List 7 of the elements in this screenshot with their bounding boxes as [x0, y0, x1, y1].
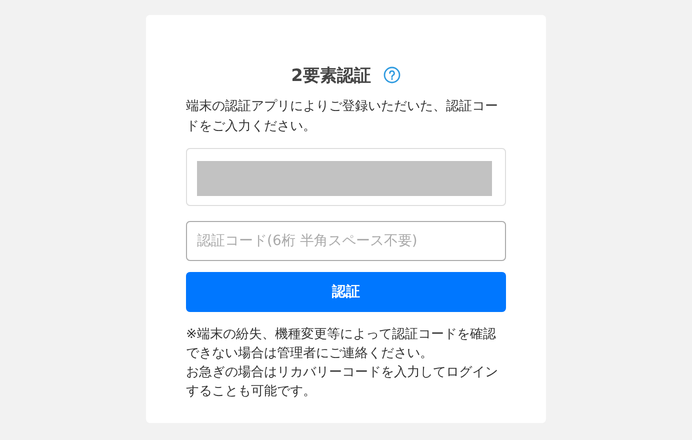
page-title: 2要素認証	[291, 64, 371, 86]
code-input-field[interactable]: 認証コード(6桁 半角スペース不要)	[186, 221, 506, 261]
help-icon[interactable]	[382, 66, 401, 84]
note-text: お急ぎの場合はリカバリーコードを入力してログインすることも可能です。	[186, 364, 499, 401]
instruction-text: 端末の認証アプリによりご登録いただいた、認証コードをご入力ください。	[186, 98, 499, 136]
note-text: ※端末の紛失、機種変更等によって認証コードを確認できない場合は管理者にご連絡ください。	[186, 326, 497, 363]
verify-button[interactable]: 認証	[186, 272, 506, 312]
